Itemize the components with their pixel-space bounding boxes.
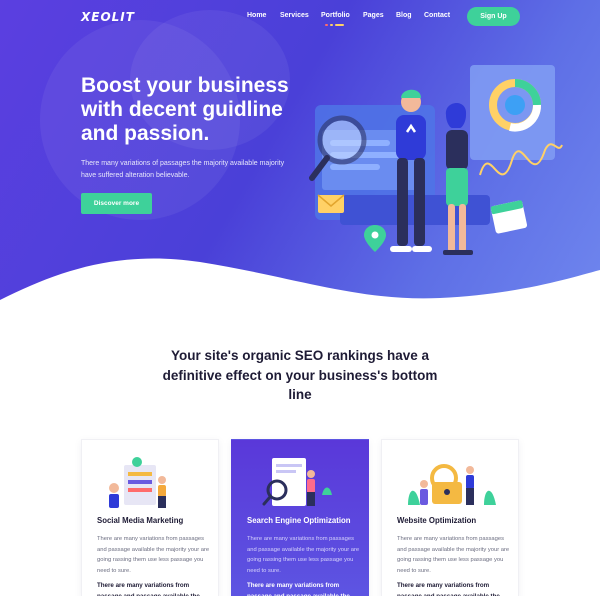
nav-item-contact[interactable]: Contact <box>424 12 450 19</box>
card-bold-text: There are many variations from passage a… <box>397 582 500 596</box>
nav-item-services[interactable]: Services <box>280 12 309 19</box>
card-text: There are many variations from passages … <box>247 536 360 574</box>
card-bold-text: There are many variations from passage a… <box>97 582 200 596</box>
social-media-illustration <box>109 457 166 508</box>
website-optimization-illustration <box>408 464 496 505</box>
hero-illustration <box>309 65 563 255</box>
nav-item-portfolio[interactable]: Portfolio <box>321 12 350 19</box>
nav-item-pages[interactable]: Pages <box>363 12 384 19</box>
card-text: There are many variations from passages … <box>397 536 510 574</box>
seo-illustration <box>262 458 332 506</box>
card-text: There are many variations from passages … <box>97 536 210 574</box>
service-card-website-optimization[interactable]: Website Optimization There are many vari… <box>381 439 519 596</box>
service-card-social-media[interactable]: Social Media Marketing There are many va… <box>81 439 219 596</box>
calendar-icon <box>490 200 528 234</box>
card-bold-text: There are many variations from passage a… <box>247 582 350 596</box>
hero-section: XEOLIT Home Services Portfolio Pages Blo… <box>0 0 600 310</box>
nav-item-home[interactable]: Home <box>247 12 266 19</box>
service-card-seo[interactable]: Search Engine Optimization There are man… <box>231 439 369 596</box>
logo[interactable]: XEOLIT <box>81 10 135 24</box>
sign-up-button[interactable]: Sign Up <box>467 7 520 26</box>
envelope-icon <box>317 194 345 213</box>
map-pin-icon <box>364 225 386 252</box>
woman-figure <box>443 102 473 255</box>
nav-item-blog[interactable]: Blog <box>396 12 412 19</box>
discover-more-button[interactable]: Discover more <box>81 193 152 214</box>
card-title: Website Optimization <box>397 516 477 525</box>
active-nav-indicator <box>325 24 344 26</box>
card-title: Search Engine Optimization <box>247 516 351 525</box>
section-title: Your site's organic SEO rankings have a … <box>162 348 438 402</box>
hero-description: There many variations of passages the ma… <box>81 160 285 179</box>
card-title: Social Media Marketing <box>97 516 184 525</box>
hero-title: Boost your business with decent guidline… <box>81 74 289 145</box>
